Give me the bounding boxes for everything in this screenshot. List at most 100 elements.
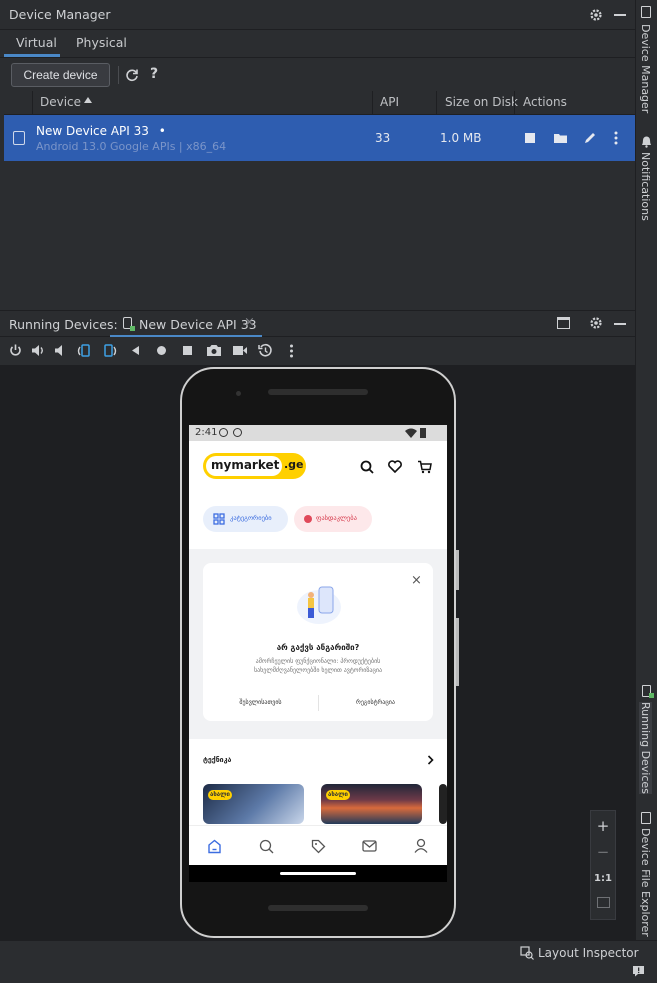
sort-ascending-icon	[84, 97, 92, 103]
power-side-button	[456, 550, 459, 590]
bottom-navigation	[189, 825, 447, 865]
file-explorer-icon	[641, 812, 651, 824]
mail-icon[interactable]	[362, 840, 377, 852]
video-record-icon[interactable]	[232, 345, 248, 356]
chip-sale[interactable]: ფასდაკლება	[294, 506, 372, 532]
brand-logo[interactable]: mymarket .ge	[203, 453, 306, 479]
home-icon[interactable]	[156, 345, 167, 356]
home-indicator[interactable]	[280, 872, 356, 875]
zoom-out-icon[interactable]: −	[592, 841, 614, 863]
volume-up-icon[interactable]	[31, 344, 45, 357]
search-icon[interactable]	[360, 460, 374, 474]
volume-down-icon[interactable]	[54, 344, 68, 357]
bottom-status-bar: Layout Inspector	[0, 940, 657, 983]
login-card: × არ გაქვს ანგარიში? ამორჩეულის ფუნქციონ…	[203, 563, 433, 721]
column-device[interactable]: Device	[40, 95, 81, 109]
snapshot-history-icon[interactable]	[258, 343, 273, 358]
status-time: 2:41	[195, 427, 218, 438]
product-card[interactable]: ახალი	[203, 784, 304, 824]
front-camera	[236, 391, 241, 396]
device-size: 1.0 MB	[440, 131, 482, 145]
speaker-grille	[268, 389, 368, 395]
minimize-icon[interactable]	[614, 14, 626, 16]
register-link[interactable]: რეგისტრაცია	[318, 699, 433, 706]
volume-side-button	[456, 618, 459, 686]
stop-icon[interactable]	[525, 133, 535, 143]
overview-icon[interactable]	[183, 346, 192, 355]
logo-text: mymarket	[211, 458, 280, 472]
warning-icon[interactable]	[632, 965, 645, 977]
home-icon[interactable]	[207, 839, 222, 854]
bell-icon	[642, 136, 651, 148]
product-card[interactable]: ახალი	[321, 784, 422, 824]
new-badge: ახალი	[326, 790, 350, 800]
back-icon[interactable]	[130, 345, 141, 356]
tab-virtual[interactable]: Virtual	[16, 35, 57, 50]
close-icon[interactable]: ×	[411, 573, 422, 588]
device-name: New Device API 33	[36, 124, 149, 138]
phone-screen[interactable]: 2:41 mymarket .ge კატეგორიები ფასდაკლება…	[189, 425, 447, 882]
window-layout-icon[interactable]	[557, 317, 570, 329]
folder-icon[interactable]	[552, 130, 568, 146]
product-card-partial[interactable]	[439, 784, 447, 824]
chip-sale-label: ფასდაკლება	[316, 514, 357, 522]
active-tab-indicator	[4, 54, 60, 57]
search-icon[interactable]	[259, 839, 274, 854]
column-separator	[372, 91, 373, 115]
heart-icon[interactable]	[388, 460, 402, 473]
cart-icon[interactable]	[417, 460, 432, 474]
zoom-fit-icon[interactable]	[597, 897, 610, 908]
layout-inspector-button[interactable]: Layout Inspector	[538, 946, 639, 960]
device-manager-header: Device Manager	[0, 0, 635, 30]
edit-icon[interactable]	[582, 130, 598, 146]
tool-window-strip: Device Manager Notifications Running Dev…	[635, 0, 657, 965]
table-row[interactable]: New Device API 33 • Android 13.0 Google …	[4, 115, 635, 161]
camera-icon[interactable]	[206, 344, 222, 357]
profile-icon[interactable]	[414, 838, 428, 853]
more-options-icon[interactable]	[289, 344, 294, 358]
tab-physical[interactable]: Physical	[76, 35, 127, 50]
running-devices-label: Running Devices:	[9, 317, 118, 332]
layout-inspector-icon	[520, 946, 534, 960]
device-manager-strip-button[interactable]: Device Manager	[639, 24, 652, 113]
gear-icon[interactable]	[588, 7, 604, 23]
login-link[interactable]: შესვლისათვის	[203, 699, 318, 706]
tab-running-device[interactable]: New Device API 33 ×	[110, 311, 262, 337]
card-body-line2: სახელმძღვანელოებში ხელით ავტორიზაცია	[253, 667, 383, 674]
bottom-speaker	[268, 905, 368, 911]
tab-bar: Virtual Physical	[0, 30, 635, 58]
column-size[interactable]: Size on Disk	[445, 95, 518, 109]
column-separator	[32, 91, 33, 115]
column-api[interactable]: API	[380, 95, 399, 109]
notifications-strip-button[interactable]: Notifications	[639, 152, 652, 221]
tag-icon[interactable]	[311, 839, 326, 854]
minimize-icon[interactable]	[614, 323, 626, 325]
section-title: ტექნიკა	[203, 756, 232, 764]
device-file-explorer-strip-button[interactable]: Device File Explorer	[639, 828, 652, 937]
zoom-in-icon[interactable]: +	[592, 815, 614, 837]
gear-icon[interactable]	[588, 315, 604, 331]
logo-domain: .ge	[284, 458, 304, 471]
power-icon[interactable]	[9, 344, 22, 357]
more-options-icon[interactable]	[612, 130, 620, 146]
chevron-right-icon[interactable]	[427, 755, 434, 765]
help-icon[interactable]: ?	[150, 66, 158, 82]
table-header: Device API Size on Disk Actions	[4, 91, 635, 115]
create-device-button[interactable]: Create device	[11, 63, 110, 87]
new-badge: ახალი	[208, 790, 232, 800]
zoom-actual-size-button[interactable]: 1:1	[592, 868, 614, 888]
panel-title: Device Manager	[9, 7, 111, 22]
refresh-icon[interactable]	[124, 67, 140, 83]
running-devices-strip-button[interactable]: Running Devices	[639, 702, 652, 794]
running-devices-icon	[639, 684, 656, 702]
rotate-right-icon[interactable]	[103, 343, 118, 358]
device-subtitle: Android 13.0 Google APIs | x86_64	[36, 140, 227, 153]
device-icon	[13, 131, 25, 145]
card-body-line1: ამორჩეულის ფუნქციონალი: პროდუქტების	[255, 658, 381, 665]
close-icon[interactable]: ×	[244, 315, 255, 330]
chip-categories[interactable]: კატეგორიები	[203, 506, 288, 532]
grid-icon	[213, 513, 225, 525]
running-devices-header: Running Devices: New Device API 33 ×	[0, 310, 635, 337]
rotate-left-icon[interactable]	[76, 343, 91, 358]
android-gesture-bar	[189, 865, 447, 882]
